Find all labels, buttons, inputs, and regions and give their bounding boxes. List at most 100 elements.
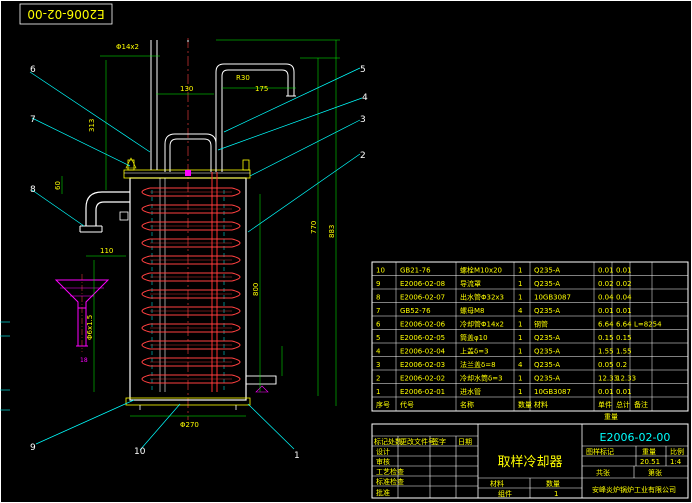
- bom-cell-w2: 0.15: [616, 334, 632, 342]
- dim-800: 800: [252, 283, 260, 296]
- bom-cell-mat: Q235-A: [534, 307, 560, 315]
- bom-cell-code: E2006-02-02: [400, 375, 445, 383]
- bom-cell-qty: 1: [518, 348, 522, 356]
- tb-scale-value: 1:4: [670, 458, 682, 466]
- bom-cell-name: 螺栓M10x20: [460, 266, 502, 275]
- bom-cell-w1: 0.01: [598, 388, 614, 396]
- dim-60: 60: [54, 181, 62, 190]
- bom-cell-no: 10: [376, 267, 385, 275]
- leader-6: 6: [30, 65, 36, 75]
- leader-4: 4: [362, 93, 368, 103]
- bom-cell-w2: 0.2: [616, 361, 627, 369]
- leader-2: 2: [360, 151, 366, 161]
- bom-header-note: 备注: [634, 400, 648, 409]
- rotated-drawing-number-text: E2006-02-00: [27, 7, 104, 21]
- bom-cell-mat: 10GB3087: [534, 294, 571, 302]
- bom-header-code: 代号: [400, 400, 414, 409]
- bom-cell-no: 5: [376, 334, 380, 342]
- tb-std: 标准检查: [376, 477, 404, 486]
- drawing-title: 取样冷却器: [497, 455, 562, 470]
- bom-cell-name: 冷却管Φ14x2: [460, 320, 504, 329]
- tb-check: 审核: [376, 457, 390, 466]
- leader-lines: [29, 67, 363, 451]
- bom-cell-no: 6: [376, 321, 381, 329]
- bom-cell-mat: Q235-A: [534, 375, 560, 383]
- tb-mark: 标记处数: [374, 437, 402, 446]
- bom-header-w1: 单件: [598, 400, 612, 409]
- bom-cell-w2: 0.02: [616, 280, 632, 288]
- tb-sign: 签字: [432, 437, 446, 446]
- funnel-dim-label: 18: [80, 357, 88, 364]
- tb-sheet: 共张: [596, 468, 610, 477]
- tb-approve: 批准: [376, 488, 390, 497]
- leader-5: 5: [360, 65, 366, 75]
- bom-cell-mat: Q235-A: [534, 334, 560, 342]
- bom-cell-name: 法兰盖δ=8: [460, 360, 496, 369]
- bom-cell-note: L=8254: [634, 321, 662, 329]
- dim-883: 883: [328, 225, 336, 238]
- bom-cell-no: 2: [376, 375, 380, 383]
- tb-page: 第张: [648, 468, 662, 477]
- bom-cell-name: 冷却水筒δ=3: [460, 374, 503, 383]
- bom-cell-mat: Q235-A: [534, 280, 560, 288]
- bom-cell-w2: 0.04: [616, 294, 632, 302]
- bom-cell-code: GB21-76: [400, 267, 431, 275]
- tb-material-label: 材料: [490, 479, 504, 488]
- bom-cell-mat: Q235-A: [534, 267, 560, 275]
- cad-drawing: E2006-02-00 18 Φ14x2 130 R30 175 313 770…: [0, 0, 692, 503]
- bom-cell-no: 9: [376, 280, 380, 288]
- tb-weight-label: 重量: [642, 448, 656, 456]
- bom-cell-code: E2006-02-01: [400, 388, 445, 396]
- bom-cell-qty: 1: [518, 388, 522, 396]
- leader-8: 8: [30, 185, 36, 195]
- leader-7: 7: [30, 115, 36, 125]
- bom-cell-w2: 1.55: [616, 348, 632, 356]
- bom-cell-w2: 0.01: [616, 267, 632, 275]
- bom-cell-mat: 钢管: [534, 320, 548, 329]
- bom-cell-name: 筒盖φ10: [460, 333, 488, 342]
- title-block: 标记处数 更改文件号 签字 日期 设计 审核 工艺检查 标准检查 批准 取样冷却…: [371, 423, 689, 499]
- dim-130: 130: [180, 85, 193, 93]
- bom-cell-code: E2006-02-07: [400, 294, 445, 302]
- bom-cell-code: E2006-02-08: [400, 280, 445, 288]
- bom-cell-name: 上盖δ=3: [460, 347, 489, 356]
- bom-cell-w1: 0.04: [598, 294, 614, 302]
- bom-header-w2: 总计: [616, 400, 630, 409]
- dim-270: Φ270: [180, 421, 199, 429]
- bom-cell-code: E2006-02-04: [400, 348, 446, 356]
- top-bolts: [125, 157, 250, 171]
- cooling-coil: [141, 187, 241, 384]
- dim-110: 110: [100, 247, 113, 255]
- bom-cell-no: 1: [376, 388, 380, 396]
- bom-cell-w1: 0.01: [598, 307, 614, 315]
- inlet-elbow: [79, 191, 130, 233]
- bom-cell-w2: 12.33: [616, 375, 636, 383]
- dim-r30: R30: [236, 74, 250, 82]
- bom-cell-name: 进水管: [460, 387, 481, 396]
- bom-cell-w2: 0.01: [616, 307, 632, 315]
- bom-cell-mat: 10GB3087: [534, 388, 571, 396]
- bom-cell-no: 8: [376, 294, 380, 302]
- leader-10: 10: [134, 447, 146, 457]
- bom-cell-w1: 0.01: [598, 267, 614, 275]
- bom-header-name: 名称: [460, 400, 474, 409]
- tb-change: 更改文件号: [400, 437, 435, 446]
- rotated-drawing-number: E2006-02-00: [19, 3, 113, 25]
- bom-cell-w2: 0.01: [616, 388, 632, 396]
- bom-cell-w1: 0.02: [598, 280, 614, 288]
- dim-175: 175: [255, 85, 268, 93]
- leader-1: 1: [294, 451, 300, 461]
- leader-3: 3: [360, 115, 366, 125]
- bom-cell-qty: 1: [518, 334, 522, 342]
- bom-header-no: 序号: [376, 400, 390, 409]
- bom-header-mat: 材料: [534, 400, 548, 409]
- bill-of-materials: 10 GB21-76 螺栓M10x20 1 Q235-A 0.01 0.019 E2006-0…: [371, 261, 689, 421]
- bom-cell-name: 螺母M8: [460, 306, 485, 315]
- tb-craft: 工艺检查: [376, 467, 404, 476]
- bom-cell-mat: Q235-A: [534, 361, 560, 369]
- bom-cell-code: E2006-02-03: [400, 361, 445, 369]
- dim-313: 313: [88, 119, 96, 132]
- tb-material-value: 组件: [498, 489, 512, 498]
- bom-cell-name: 导流罩: [460, 279, 481, 288]
- funnel-detail: 18: [54, 274, 110, 364]
